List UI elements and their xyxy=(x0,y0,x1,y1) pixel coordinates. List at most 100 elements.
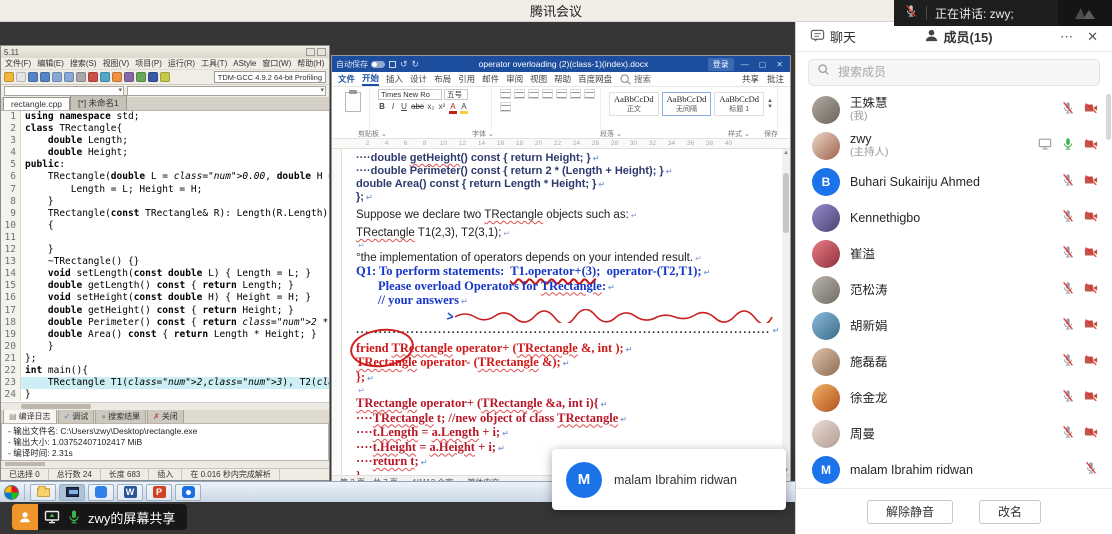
paragraph-button[interactable] xyxy=(584,89,595,99)
member-combo[interactable] xyxy=(127,86,326,96)
document-page[interactable]: ····double getHeight() const { return He… xyxy=(342,149,782,475)
ide-toolbar-icon[interactable] xyxy=(160,72,170,82)
mic-on-icon[interactable] xyxy=(1061,137,1075,156)
code-line[interactable]: 7 Length = L; Height = H; xyxy=(1,184,329,196)
ide-toolbar-icon[interactable] xyxy=(4,72,14,82)
rename-button[interactable]: 改名 xyxy=(979,500,1041,524)
editor-hscrollbar[interactable] xyxy=(1,402,329,410)
member-row[interactable]: 胡新娟 xyxy=(796,308,1112,344)
code-line[interactable]: 12 } xyxy=(1,244,329,256)
camera-off-icon[interactable] xyxy=(1084,209,1098,228)
ribbon-tab[interactable]: 开始 xyxy=(362,72,379,86)
start-orb-icon[interactable] xyxy=(4,485,19,500)
maximize-icon[interactable] xyxy=(317,48,326,56)
font-name-select[interactable]: Times New Ro xyxy=(378,89,442,100)
ide-toolbar-icon[interactable] xyxy=(16,72,26,82)
code-line[interactable]: 17 double getHeight() const { return Hei… xyxy=(1,305,329,317)
code-line[interactable]: 13 ~TRectangle() {} xyxy=(1,256,329,268)
ide-toolbar-icon[interactable] xyxy=(148,72,158,82)
ide-toolbar-icon[interactable] xyxy=(112,72,122,82)
tab-chat[interactable]: 聊天 xyxy=(806,27,860,46)
menu-item[interactable]: 视图(V) xyxy=(103,58,130,69)
mic-muted-icon[interactable] xyxy=(1061,245,1075,264)
ribbon-tab[interactable]: 视图 xyxy=(530,73,547,85)
member-row[interactable]: Mmalam Ibrahim ridwan xyxy=(796,452,1112,488)
log-scrollbar[interactable] xyxy=(1,461,329,468)
code-line[interactable]: 15 double getLength() const { return Len… xyxy=(1,280,329,292)
font-style-button[interactable]: B xyxy=(378,102,386,111)
camera-off-icon[interactable] xyxy=(1084,281,1098,300)
paragraph-button[interactable] xyxy=(500,102,511,112)
mic-muted-icon[interactable] xyxy=(1061,209,1075,228)
menu-item[interactable]: 搜索(S) xyxy=(70,58,97,69)
toggle-icon[interactable] xyxy=(371,61,385,68)
code-line[interactable]: 9 TRectangle(const TRectangle& R): Lengt… xyxy=(1,208,329,220)
screen-share-icon[interactable] xyxy=(1038,137,1052,156)
code-line[interactable]: 18 double Perimeter() const { return cla… xyxy=(1,317,329,329)
log-tab[interactable]: ✗关闭 xyxy=(147,409,184,423)
code-line[interactable]: 10 { xyxy=(1,220,329,232)
camera-off-icon[interactable] xyxy=(1084,353,1098,372)
code-line[interactable]: 5public: xyxy=(1,159,329,171)
ribbon-tab[interactable]: 布局 xyxy=(434,73,451,85)
unmute-button[interactable]: 解除静音 xyxy=(867,500,953,524)
member-row[interactable]: Kennethigbo xyxy=(796,200,1112,236)
share-banner[interactable]: zwy的屏幕共享 xyxy=(12,504,187,530)
code-line[interactable]: 3 double Length; xyxy=(1,135,329,147)
ide-toolbar-icon[interactable] xyxy=(88,72,98,82)
share-button[interactable]: 共享 xyxy=(742,73,759,85)
menu-item[interactable]: 工具(T) xyxy=(201,58,227,69)
style-gallery-arrows[interactable]: ▲▼ xyxy=(767,98,773,110)
member-row[interactable]: 王姝慧(我) xyxy=(796,92,1112,128)
log-tab[interactable]: ▤编译日志 xyxy=(3,409,57,423)
ribbon-tab[interactable]: 帮助 xyxy=(554,73,571,85)
code-line[interactable]: 6 TRectangle(double L = class="num">0.00… xyxy=(1,171,329,183)
code-line[interactable]: 24} xyxy=(1,389,329,401)
mic-muted-icon[interactable] xyxy=(1061,425,1075,444)
minimize-icon[interactable]: — xyxy=(738,60,752,69)
font-style-button[interactable]: abc xyxy=(411,102,424,111)
tab-members[interactable]: 成员(15) xyxy=(920,27,997,46)
style-chip[interactable]: AaBbCcDd无间隔 xyxy=(662,92,712,116)
camera-off-icon[interactable] xyxy=(1084,317,1098,336)
font-style-button[interactable]: x² xyxy=(438,102,446,111)
code-line[interactable]: 19 double Area() const { return Length *… xyxy=(1,329,329,341)
account-button[interactable]: 登录 xyxy=(708,58,734,71)
member-row[interactable]: 周曼 xyxy=(796,416,1112,452)
code-line[interactable]: 23 TRectangle T1(class="num">2,class="nu… xyxy=(1,377,329,389)
word-titlebar[interactable]: 自动保存 ↺ ↻ operator overloading (2)(class-… xyxy=(332,56,790,72)
search-box[interactable] xyxy=(808,59,1100,86)
code-line[interactable]: 8 } xyxy=(1,196,329,208)
editor-tab[interactable]: rectangle.cpp xyxy=(3,97,70,110)
tab-file[interactable]: 文件 xyxy=(338,73,355,85)
mic-muted-icon[interactable] xyxy=(1061,101,1075,120)
font-size-select[interactable]: 五号 xyxy=(444,89,468,100)
camera-off-icon[interactable] xyxy=(1084,137,1098,156)
menu-item[interactable]: 帮助(H) xyxy=(297,58,324,69)
member-row[interactable]: zwy(主持人) xyxy=(796,128,1112,164)
menu-item[interactable]: 项目(P) xyxy=(135,58,162,69)
font-style-button[interactable]: A xyxy=(460,102,468,114)
menu-item[interactable]: 编辑(E) xyxy=(37,58,64,69)
ide-toolbar-icon[interactable] xyxy=(52,72,62,82)
autosave-toggle[interactable]: 自动保存 xyxy=(336,59,385,70)
menu-item[interactable]: 运行(R) xyxy=(168,58,195,69)
ribbon-tab[interactable]: 百度网盘 xyxy=(578,73,612,85)
ide-toolbar-icon[interactable] xyxy=(40,72,50,82)
minimize-icon[interactable] xyxy=(306,48,315,56)
code-line[interactable]: 16 void setHeight(const double H) { Heig… xyxy=(1,292,329,304)
code-line[interactable]: 14 void setLength(const double L) { Leng… xyxy=(1,268,329,280)
log-tab[interactable]: ●搜索结果 xyxy=(95,409,146,423)
meeting-icon[interactable] xyxy=(175,484,201,501)
mic-muted-icon[interactable] xyxy=(1084,461,1098,480)
redo-icon[interactable]: ↻ xyxy=(412,59,420,70)
ribbon-tab[interactable]: 插入 xyxy=(386,73,403,85)
search-input[interactable] xyxy=(836,64,1091,80)
ide-toolbar-icon[interactable] xyxy=(76,72,86,82)
member-notification-popup[interactable]: M malam Ibrahim ridwan xyxy=(552,449,786,510)
font-style-button[interactable]: A xyxy=(449,102,457,114)
ribbon-tab[interactable]: 审阅 xyxy=(506,73,523,85)
devcpp-icon[interactable] xyxy=(59,484,85,501)
log-tab[interactable]: ✓调试 xyxy=(58,409,95,423)
menu-item[interactable]: 文件(F) xyxy=(5,58,31,69)
